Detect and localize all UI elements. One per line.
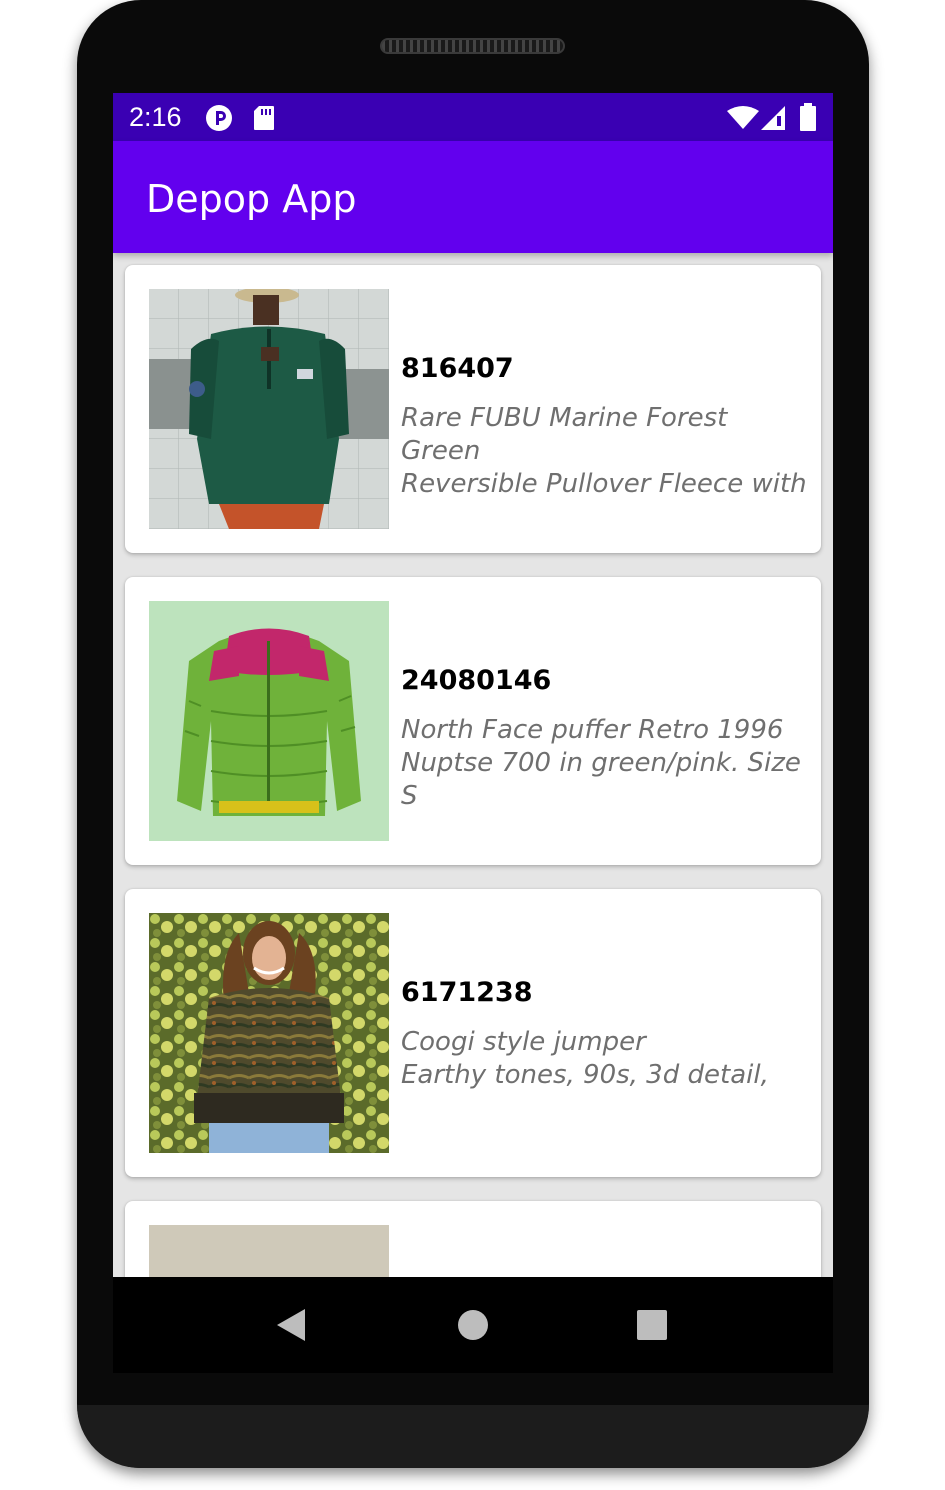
wifi-icon — [727, 106, 759, 129]
product-card[interactable]: 24080146 North Face puffer Retro 1996 Nu… — [125, 577, 821, 865]
app-title: Depop App — [146, 177, 357, 221]
notification-icon — [206, 105, 232, 131]
status-bar: 2:16 — [113, 93, 833, 141]
back-icon[interactable] — [275, 1307, 307, 1343]
product-image — [149, 289, 389, 529]
product-card[interactable]: 816407 Rare FUBU Marine Forest Green Rev… — [125, 265, 821, 553]
product-image — [149, 1225, 389, 1277]
battery-icon — [800, 103, 816, 131]
recents-icon[interactable] — [637, 1310, 667, 1340]
product-description: North Face puffer Retro 1996 Nuptse 700 … — [401, 715, 801, 811]
home-icon[interactable] — [457, 1309, 489, 1341]
navigation-bar — [113, 1277, 833, 1373]
product-image — [149, 601, 389, 841]
product-card[interactable]: 6171238 Coogi style jumper Earthy tones,… — [125, 889, 821, 1177]
product-image — [149, 913, 389, 1153]
product-id: 24080146 — [401, 665, 552, 696]
sd-card-icon — [254, 106, 274, 130]
status-time: 2:16 — [129, 102, 182, 132]
product-id: 6171238 — [401, 977, 533, 1008]
app-bar: Depop App — [113, 141, 833, 253]
product-id: 816407 — [401, 353, 514, 384]
speaker-grille — [380, 38, 565, 54]
product-card[interactable] — [125, 1201, 821, 1277]
phone-chin — [77, 1405, 869, 1468]
signal-icon — [761, 106, 785, 130]
product-description: Rare FUBU Marine Forest Green Reversible… — [401, 403, 807, 499]
screen: 2:16 Depop App 816407 Rare FUBU Marine F… — [113, 93, 833, 1277]
product-description: Coogi style jumper Earthy tones, 90s, 3d… — [401, 1027, 769, 1090]
